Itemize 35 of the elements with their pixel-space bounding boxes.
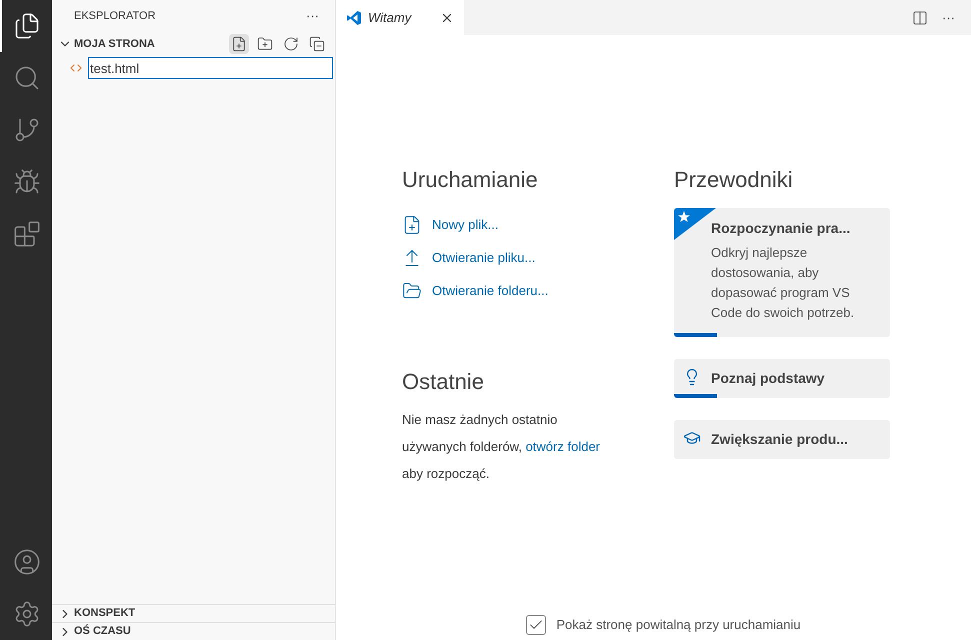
branch-icon bbox=[13, 116, 41, 144]
open-folder-link[interactable]: otwórz folder bbox=[526, 439, 600, 454]
section-title: Ostatnie bbox=[402, 368, 485, 396]
search-icon bbox=[13, 64, 41, 92]
blocks-icon bbox=[13, 220, 41, 248]
checkbox-label: Pokaż stronę powitalną przy uruchamianiu bbox=[556, 616, 801, 634]
bug-icon bbox=[13, 168, 41, 196]
section-header[interactable]: OŚ CZASU bbox=[58, 623, 131, 640]
section-header[interactable]: KONSPEKT bbox=[58, 605, 136, 622]
account-icon bbox=[13, 548, 41, 576]
guide-card[interactable]: Poznaj podstawy bbox=[674, 359, 890, 398]
guide-card[interactable]: Rozpoczynanie pra... Odkryj najlepsze dostosowania, aby dopasować program VS Code do swoich potrzeb. bbox=[674, 208, 890, 337]
sidebar-title: EKSPLORATOR bbox=[74, 8, 156, 24]
editor-tab[interactable]: Witamy bbox=[336, 0, 464, 35]
new-file-button[interactable] bbox=[229, 34, 249, 54]
folder-toggle[interactable]: MOJA STRONA bbox=[58, 36, 155, 52]
start-link[interactable]: Otwieranie folderu... bbox=[402, 274, 624, 307]
files-icon bbox=[13, 12, 41, 40]
more-button[interactable]: ··· bbox=[306, 6, 319, 26]
collapse-button[interactable] bbox=[307, 34, 327, 54]
startup-checkbox[interactable] bbox=[526, 615, 546, 635]
section-title: Uruchamianie bbox=[402, 166, 539, 194]
start-link[interactable]: Nowy plik... bbox=[402, 208, 624, 241]
guide-card[interactable]: Zwiększanie produ... bbox=[674, 420, 890, 459]
recent-text: Nie masz żadnych ostatnio używanych folderów, otwórz folder aby rozpocząć. bbox=[402, 411, 601, 483]
more-button[interactable]: ··· bbox=[942, 8, 955, 28]
settings-icon bbox=[13, 600, 41, 628]
section-title: Przewodniki bbox=[674, 166, 794, 194]
logo-icon bbox=[346, 10, 362, 26]
start-link[interactable]: Otwieranie pliku... bbox=[402, 241, 624, 274]
file-name-input[interactable]: test.html bbox=[88, 57, 333, 79]
split-editor-button[interactable] bbox=[912, 10, 928, 26]
folder-icon bbox=[402, 280, 422, 300]
code-file-icon bbox=[70, 62, 82, 74]
mortarboard-icon bbox=[683, 429, 701, 447]
